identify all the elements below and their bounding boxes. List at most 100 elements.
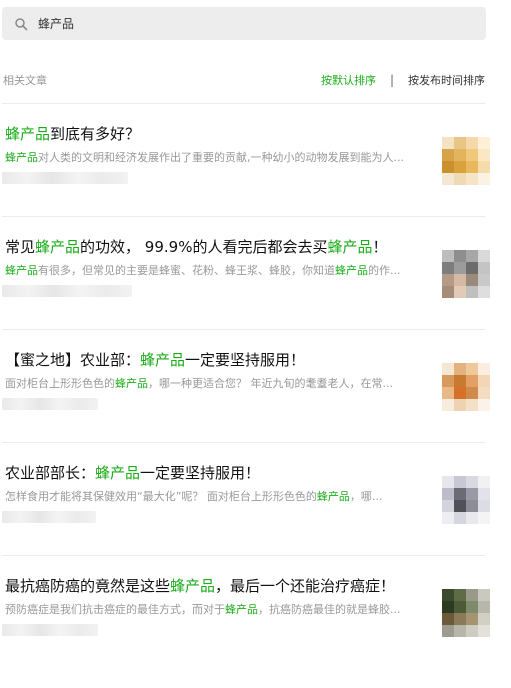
thumbnail-pixel xyxy=(442,274,454,286)
thumbnail-pixel xyxy=(454,488,466,500)
highlight-keyword: 蜂产品 xyxy=(35,238,81,256)
highlight-keyword: 蜂产品 xyxy=(95,464,141,482)
title-text: 【蜜之地】农业部： xyxy=(5,351,141,369)
thumbnail-pixel xyxy=(478,250,490,262)
article-title[interactable]: 农业部部长：蜂产品一定要坚持服用！ xyxy=(5,463,260,483)
thumbnail-pixel xyxy=(442,387,454,399)
thumbnail-pixel xyxy=(442,262,454,274)
thumbnail-pixel xyxy=(454,601,466,613)
search-input[interactable]: 蜂产品 xyxy=(38,15,74,32)
thumbnail-pixel xyxy=(454,476,466,488)
highlight-keyword: 蜂产品 xyxy=(5,151,38,164)
highlight-keyword: 蜂产品 xyxy=(115,377,148,390)
thumbnail-pixel xyxy=(478,286,490,298)
thumbnail-pixel xyxy=(442,375,454,387)
article-title[interactable]: 【蜜之地】农业部：蜂产品一定要坚持服用！ xyxy=(5,350,305,370)
sort-by-time-button[interactable]: 按发布时间排序 xyxy=(408,72,485,88)
thumbnail-pixel xyxy=(454,173,466,185)
highlight-keyword: 蜂产品 xyxy=(225,603,258,616)
sort-default-button[interactable]: 按默认排序 xyxy=(321,72,376,88)
thumbnail-pixel xyxy=(442,149,454,161)
thumbnail-pixel xyxy=(466,399,478,411)
title-text: 农业部部长： xyxy=(5,464,96,482)
thumbnail-pixel xyxy=(478,589,490,601)
search-icon xyxy=(15,17,28,30)
title-text: 的功效， 99.9%的人看完后都会去买 xyxy=(80,238,328,256)
blurred-source-info xyxy=(2,511,96,523)
thumbnail-pixel xyxy=(454,149,466,161)
thumbnail-pixel xyxy=(478,601,490,613)
thumbnail-pixel xyxy=(478,137,490,149)
highlight-keyword: 蜂产品 xyxy=(335,264,368,277)
title-text: ！ xyxy=(372,238,388,256)
article-thumbnail[interactable] xyxy=(442,250,490,298)
thumbnail-pixel xyxy=(466,625,478,637)
divider xyxy=(2,103,485,104)
search-bar[interactable]: 蜂产品 xyxy=(2,7,486,40)
thumbnail-pixel xyxy=(442,476,454,488)
thumbnail-pixel xyxy=(454,613,466,625)
thumbnail-pixel xyxy=(454,500,466,512)
thumbnail-pixel xyxy=(466,500,478,512)
thumbnail-pixel xyxy=(454,625,466,637)
snippet-text: ，抗癌防癌最佳的就是蜂胶... xyxy=(258,603,401,616)
sort-separator: | xyxy=(389,73,394,87)
thumbnail-pixel xyxy=(442,589,454,601)
article-thumbnail[interactable] xyxy=(442,363,490,411)
thumbnail-pixel xyxy=(442,488,454,500)
article-thumbnail[interactable] xyxy=(442,589,490,637)
thumbnail-pixel xyxy=(454,363,466,375)
thumbnail-pixel xyxy=(466,363,478,375)
highlight-keyword: 蜂产品 xyxy=(140,351,186,369)
thumbnail-pixel xyxy=(478,161,490,173)
title-text: 常见 xyxy=(5,238,36,256)
article-title[interactable]: 常见蜂产品的功效， 99.9%的人看完后都会去买蜂产品！ xyxy=(5,237,387,257)
title-text: 到底有多好？ xyxy=(50,125,141,143)
thumbnail-pixel xyxy=(478,512,490,524)
thumbnail-pixel xyxy=(454,137,466,149)
divider xyxy=(2,216,485,217)
thumbnail-pixel xyxy=(466,488,478,500)
thumbnail-pixel xyxy=(478,274,490,286)
thumbnail-pixel xyxy=(442,601,454,613)
article-snippet: 蜂产品对人类的文明和经济发展作出了重要的贡献,一种幼小的动物发展到能为人... xyxy=(5,151,437,165)
blurred-source-info xyxy=(2,624,98,636)
highlight-keyword: 蜂产品 xyxy=(5,264,38,277)
results-toolbar: 相关文章 按默认排序 | 按发布时间排序 xyxy=(3,72,485,88)
snippet-text: 的作... xyxy=(368,264,401,277)
thumbnail-pixel xyxy=(478,149,490,161)
article-thumbnail[interactable] xyxy=(442,476,490,524)
thumbnail-pixel xyxy=(466,250,478,262)
list-item[interactable]: 常见蜂产品的功效， 99.9%的人看完后都会去买蜂产品！ 蜂产品有很多，但常见的主… xyxy=(2,237,490,349)
sort-options: 按默认排序 | 按发布时间排序 xyxy=(321,72,485,88)
blurred-source-info xyxy=(2,285,132,297)
snippet-text: 预防癌症是我们抗击癌症的最佳方式，而对于 xyxy=(5,603,225,616)
thumbnail-pixel xyxy=(442,161,454,173)
snippet-text: ，哪... xyxy=(349,490,383,503)
list-item[interactable]: 最抗癌防癌的竟然是这些蜂产品，最后一个还能治疗癌症！ 预防癌症是我们抗击癌症的最佳… xyxy=(2,576,490,688)
thumbnail-pixel xyxy=(454,274,466,286)
thumbnail-pixel xyxy=(478,500,490,512)
article-thumbnail[interactable] xyxy=(442,137,490,185)
thumbnail-pixel xyxy=(466,512,478,524)
thumbnail-pixel xyxy=(454,399,466,411)
thumbnail-pixel xyxy=(442,512,454,524)
title-text: 一定要坚持服用！ xyxy=(185,351,306,369)
thumbnail-pixel xyxy=(442,173,454,185)
thumbnail-pixel xyxy=(442,613,454,625)
highlight-keyword: 蜂产品 xyxy=(316,490,350,503)
thumbnail-pixel xyxy=(466,274,478,286)
thumbnail-pixel xyxy=(466,613,478,625)
article-title[interactable]: 最抗癌防癌的竟然是这些蜂产品，最后一个还能治疗癌症！ xyxy=(5,576,395,596)
thumbnail-pixel xyxy=(478,625,490,637)
list-item[interactable]: 农业部部长：蜂产品一定要坚持服用！ 怎样食用才能将其保健效用“最大化”呢？ 面对柜… xyxy=(2,463,490,575)
list-item[interactable]: 蜂产品到底有多好？ 蜂产品对人类的文明和经济发展作出了重要的贡献,一种幼小的动物发… xyxy=(2,124,490,236)
snippet-text: 面对柜台上形形色色的 xyxy=(5,377,115,390)
thumbnail-pixel xyxy=(478,173,490,185)
article-title[interactable]: 蜂产品到底有多好？ xyxy=(5,124,140,144)
snippet-text: 对人类的文明和经济发展作出了重要的贡献,一种幼小的动物发展到能为人... xyxy=(38,151,404,164)
thumbnail-pixel xyxy=(478,375,490,387)
list-item[interactable]: 【蜜之地】农业部：蜂产品一定要坚持服用！ 面对柜台上形形色色的蜂产品，哪一种更适合… xyxy=(2,350,490,462)
thumbnail-pixel xyxy=(454,250,466,262)
thumbnail-pixel xyxy=(466,262,478,274)
